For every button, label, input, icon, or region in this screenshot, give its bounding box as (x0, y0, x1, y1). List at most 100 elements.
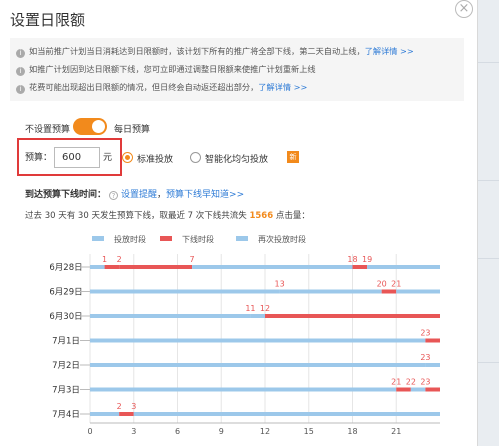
stats-prefix: 过去 30 天有 30 天发生预算下线，取最近 7 次下线共流失 (25, 211, 247, 221)
timeline-segment (90, 363, 426, 367)
legend-label: 再次投放时段 (258, 234, 306, 244)
background-divider (478, 62, 499, 63)
timeline-segment (90, 314, 251, 318)
legend-swatch (160, 236, 172, 241)
background-divider (478, 180, 499, 181)
offline-hour-label: 23 (420, 329, 430, 338)
timeline-segment (90, 387, 397, 392)
timeline-segment (381, 289, 397, 294)
offline-hour-label: 20 (377, 280, 387, 289)
offline-timeline-chart: 投放时段 下线时段 再次投放时段 0 3 6 9 12 15 18 21 6月28日 1 2 7 18 19 6月… (0, 228, 477, 446)
smart-delivery-radio[interactable] (190, 152, 201, 163)
background-divider (478, 258, 499, 259)
close-icon[interactable]: × (455, 0, 473, 18)
timeline-segment (250, 314, 265, 318)
background-divider (478, 362, 499, 363)
info-icon: i (16, 85, 25, 94)
x-tick-label: 15 (304, 427, 314, 436)
set-reminder-link[interactable]: 设置提醒 (121, 190, 157, 200)
offline-hour-label: 18 (347, 255, 357, 264)
background-page-edge (478, 0, 499, 446)
timeline-segment (90, 338, 426, 343)
lost-clicks-summary: 过去 30 天有 30 天发生预算下线，取最近 7 次下线共流失 1566 点击… (25, 209, 310, 221)
info-icon: i (16, 49, 25, 58)
daily-budget-dialog: 设置日限额 × i 如当前推广计划当日消耗达到日限额时，该计划下所有的推广将全部下… (0, 0, 478, 446)
notice-item: i 花费可能出现超出日限额的情况，但日终会自动返还超出部分，了解详情 >> (16, 81, 307, 94)
timeline-segment (425, 363, 440, 367)
offline-time-hint: 到达预算下线时间：? 设置提醒，预算下线早知道>> (25, 187, 244, 200)
row-date-label: 7月2日 (52, 361, 80, 371)
timeline-segment (279, 289, 382, 294)
offline-hour-label: 21 (391, 280, 401, 289)
legend-label: 下线时段 (182, 234, 214, 244)
timeline-segment (396, 289, 440, 294)
x-tick-label: 6 (175, 427, 180, 436)
timeline-segment (90, 265, 105, 269)
legend-swatch (92, 236, 104, 241)
timeline-segment (265, 314, 440, 318)
offline-hour-label: 22 (406, 378, 416, 387)
offline-hour-label: 19 (362, 255, 372, 264)
offline-hour-label: 2 (117, 255, 122, 264)
row-date-label: 7月3日 (52, 386, 80, 396)
row-date-label: 6月28日 (49, 263, 82, 273)
stats-suffix: 点击量： (275, 211, 310, 221)
timeline-segment (396, 387, 411, 392)
notice-box: i 如当前推广计划当日消耗达到日限额时，该计划下所有的推广将全部下线，第二天自动上… (10, 38, 464, 101)
timeline-segment (367, 265, 440, 269)
x-tick-label: 0 (87, 427, 92, 436)
notice-item: i 如当前推广计划当日消耗达到日限额时，该计划下所有的推广将全部下线，第二天自动上… (16, 45, 414, 58)
offline-hour-label: 7 (190, 255, 195, 264)
budget-unit: 元 (103, 153, 113, 163)
learn-more-link[interactable]: 了解详情 >> (365, 46, 414, 56)
timeline-segment (119, 265, 193, 269)
help-icon[interactable]: ? (109, 191, 119, 200)
timeline-segment (425, 387, 440, 392)
notice-text: 花费可能出现超出日限额的情况，但日终会自动返还超出部分， (29, 82, 259, 92)
budget-toggle-switch[interactable] (73, 118, 107, 135)
notice-text: 如推广计划因到达日限额下线，您可立即通过调整日限额来使推广计划重新上线 (29, 64, 316, 74)
budget-input[interactable]: 600 (54, 147, 100, 168)
timeline-segment (90, 289, 280, 294)
row-date-label: 6月29日 (49, 288, 82, 298)
x-tick-label: 9 (219, 427, 224, 436)
offline-hour-label: 12 (260, 304, 270, 313)
switch-knob (92, 120, 105, 133)
notice-item: i 如推广计划因到达日限额下线，您可立即通过调整日限额来使推广计划重新上线 (16, 63, 316, 76)
row-date-label: 6月30日 (49, 312, 82, 322)
hint-separator: ， (157, 190, 167, 200)
offline-hour-label: 11 (245, 304, 255, 313)
offline-hour-label: 1 (102, 255, 107, 264)
legend-swatch (236, 236, 248, 241)
x-tick-label: 3 (131, 427, 136, 436)
smart-delivery-label[interactable]: 智能化均匀投放 (205, 152, 268, 165)
offline-hour-label: 23 (420, 353, 430, 362)
timeline-segment (133, 412, 440, 416)
legend-label: 投放时段 (114, 234, 146, 244)
dialog-title: 设置日限额 (10, 11, 86, 29)
learn-more-link[interactable]: 了解详情 >> (258, 82, 307, 92)
new-badge: 新 (287, 151, 299, 163)
offline-hour-label: 3 (131, 402, 136, 411)
row-date-label: 7月4日 (52, 410, 80, 420)
offline-hour-label: 21 (391, 378, 401, 387)
standard-delivery-radio[interactable] (122, 152, 133, 163)
budget-offline-link[interactable]: 预算下线早知道>> (166, 190, 244, 200)
budget-input-group: 预算： 600 元 (17, 138, 122, 176)
offline-hour-label: 13 (274, 280, 284, 289)
timeline-segment (352, 265, 368, 269)
x-tick-label: 18 (347, 427, 357, 436)
timeline-segment (410, 387, 426, 392)
timeline-svg: 投放时段 下线时段 再次投放时段0 3 6 9 12 15 18 216月28日1 2 7 18 196月… (49, 234, 440, 436)
budget-label: 预算： (25, 153, 53, 163)
daily-budget-label: 每日预算 (114, 125, 151, 135)
offline-time-label: 到达预算下线时间： (25, 190, 107, 200)
standard-delivery-label[interactable]: 标准投放 (137, 152, 173, 165)
no-budget-label: 不设置预算 (25, 125, 71, 135)
timeline-segment (104, 265, 120, 269)
timeline-segment (425, 338, 440, 343)
x-tick-label: 12 (260, 427, 270, 436)
timeline-segment (119, 412, 134, 416)
x-tick-label: 21 (391, 427, 401, 436)
offline-hour-label: 2 (117, 402, 122, 411)
